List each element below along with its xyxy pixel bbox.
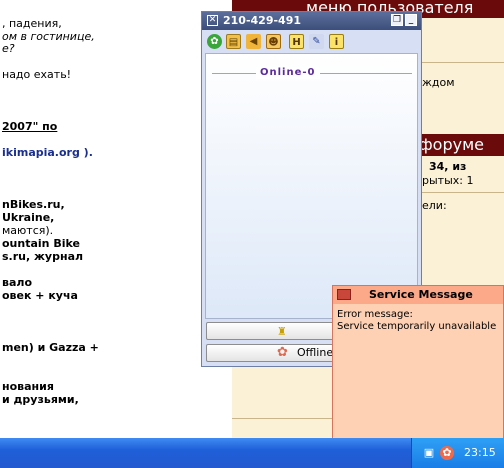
forum-text-line: s.ru, журнал (2, 250, 84, 263)
service-message-title: Service Message (369, 288, 473, 301)
contact-list[interactable]: Online-0 (205, 53, 418, 319)
online-group-header[interactable]: Online-0 (212, 67, 412, 79)
error-text: Service temporarily unavailable (337, 321, 497, 332)
service-message-header: Service Message (333, 286, 503, 304)
taskbar: ▣ ✿ 23:15 (0, 438, 504, 468)
forum-text-line: е? (2, 42, 15, 55)
h-icon[interactable]: H (289, 34, 304, 49)
sound-icon[interactable]: ◀ (246, 34, 261, 49)
minimize-button[interactable]: _ (405, 14, 417, 26)
sidebar-text: ждом (422, 76, 455, 89)
network-icon[interactable]: ▣ (422, 446, 436, 460)
forum-text-line: 2007" по (2, 121, 57, 133)
icq-tray-icon[interactable]: ✿ (440, 446, 454, 460)
offline-flower-icon: ✿ (277, 345, 288, 360)
forum-text-line: men) и Gazza + (2, 341, 99, 354)
tools-icon[interactable]: ✎ (309, 34, 324, 49)
forum-text-line: овек + куча (2, 289, 78, 302)
forum-text-line: вало (2, 276, 32, 289)
sidebar-text: 34, из (429, 160, 467, 173)
sidebar-text: рытых: 1 (422, 174, 474, 187)
error-label: Error message: (337, 309, 413, 320)
status-label: Offline (297, 346, 334, 359)
service-message-body: Error message: Service temporarily unava… (337, 309, 496, 333)
flower-icon[interactable]: ✿ (207, 34, 222, 49)
forum-page-left: , падения, ом в гостинице, е? надо ехать… (0, 0, 232, 438)
icq-title-bar[interactable]: ✕ 210-429-491 ❐ _ (202, 12, 421, 30)
forum-text-line: Ukraine, (2, 211, 55, 224)
forum-link[interactable]: 2007" по (2, 120, 57, 133)
forum-text-line: ом в гостинице, (2, 30, 95, 43)
forum-text-line: маются). (2, 224, 54, 237)
forum-text-line: нования (2, 380, 54, 393)
clock[interactable]: 23:15 (464, 446, 496, 459)
forum-text-line: надо ехать! (2, 68, 72, 81)
info-icon[interactable]: i (329, 34, 344, 49)
message-icon (337, 289, 351, 300)
sidebar-text: ели: (422, 199, 447, 212)
forum-text-line: , падения, (2, 17, 62, 30)
system-tray: ▣ ✿ 23:15 (411, 438, 504, 468)
icq-uin: 210-429-491 (223, 14, 302, 27)
folder-icon[interactable]: ▤ (226, 34, 241, 49)
icq-toolbar: ✿ ▤ ◀ ☻ H ✎ i (205, 33, 418, 51)
forum-text-line: ountain Bike (2, 237, 80, 250)
service-message-popup[interactable]: Service Message Error message: Service t… (332, 285, 504, 439)
close-icon[interactable]: ✕ (207, 15, 218, 26)
users-icon[interactable]: ☻ (266, 34, 281, 49)
main-menu-icon: ♜ (277, 325, 287, 338)
forum-text-line: и друзьями, (2, 393, 79, 406)
online-count: Online-0 (256, 67, 320, 79)
restore-button[interactable]: ❐ (391, 14, 403, 26)
forum-text-line: nBikes.ru, (2, 198, 65, 211)
forum-link[interactable]: ikimapia.org ). (2, 147, 93, 159)
